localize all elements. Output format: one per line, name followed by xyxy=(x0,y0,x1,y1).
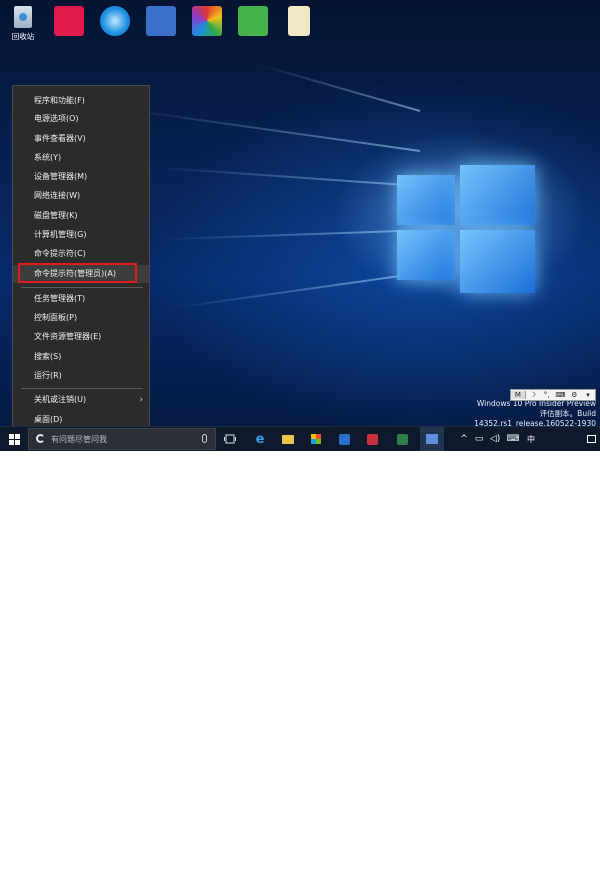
light-ray xyxy=(150,166,421,187)
windows-logo-pane xyxy=(460,230,535,293)
menu-item-label: 关机或注销(U) xyxy=(34,395,87,404)
browser-icon[interactable] xyxy=(100,6,130,36)
app-icon xyxy=(396,433,408,445)
file-explorer-button[interactable] xyxy=(278,427,298,451)
keyboard-icon[interactable]: ⌨ xyxy=(553,391,567,399)
ime-toolbar[interactable]: M ☽ °, ⌨ ⚙ ▾ xyxy=(510,389,596,401)
color-app-icon[interactable] xyxy=(192,6,222,36)
light-ray xyxy=(172,275,401,310)
windows-logo-pane xyxy=(397,175,455,225)
menu-item-system[interactable]: 系统(Y) xyxy=(13,149,149,167)
store-button[interactable] xyxy=(306,427,326,451)
volume-icon[interactable]: ◁) xyxy=(488,427,502,451)
taskbar-app-button[interactable] xyxy=(392,427,412,451)
taskbar: 有问题尽管问我 e ^ ▭ ◁) ⌨ 中 12:10 2016/5/30 xyxy=(0,426,600,875)
cortana-icon xyxy=(36,434,45,443)
clock[interactable]: 12:10 2016/5/30 xyxy=(543,854,583,876)
menu-separator xyxy=(21,287,143,288)
winx-context-menu: 程序和功能(F) 电源选项(O) 事件查看器(V) 系统(Y) 设备管理器(M)… xyxy=(12,85,150,433)
search-placeholder: 有问题尽管问我 xyxy=(51,435,107,444)
menu-item-event-viewer[interactable]: 事件查看器(V) xyxy=(13,130,149,148)
menu-item-file-explorer[interactable]: 文件资源管理器(E) xyxy=(13,328,149,346)
keyboard-icon[interactable]: ⌨ xyxy=(506,427,520,451)
punctuation-icon[interactable]: °, xyxy=(540,391,554,399)
menu-separator xyxy=(21,388,143,389)
store-icon xyxy=(311,434,321,444)
light-ray xyxy=(122,108,421,152)
network-icon[interactable]: ▭ xyxy=(472,427,486,451)
screenshot-tool-icon xyxy=(426,434,438,444)
start-button[interactable] xyxy=(0,427,28,451)
microphone-icon[interactable] xyxy=(202,434,207,443)
input-method-icon[interactable]: 中 xyxy=(524,427,538,451)
menu-item-run[interactable]: 运行(R) xyxy=(13,367,149,385)
menu-item-command-prompt[interactable]: 命令提示符(C) xyxy=(13,245,149,263)
task-view-button[interactable] xyxy=(220,427,240,451)
menu-item-control-panel[interactable]: 控制面板(P) xyxy=(13,309,149,327)
red-app-icon[interactable] xyxy=(54,6,84,36)
light-ray xyxy=(256,63,421,112)
clock-time: 12:10 xyxy=(552,855,574,864)
edge-icon: e xyxy=(255,431,265,447)
recycle-bin-icon xyxy=(14,6,32,28)
chevron-right-icon: › xyxy=(139,395,143,405)
notification-icon xyxy=(586,435,596,443)
folder-icon xyxy=(282,434,294,444)
edge-browser-button[interactable]: e xyxy=(250,427,270,451)
tray-chevron-up-icon[interactable]: ^ xyxy=(458,427,470,451)
gear-icon[interactable]: ⚙ xyxy=(567,391,581,399)
recycle-bin[interactable]: 回收站 xyxy=(7,6,39,42)
notification-center-button[interactable] xyxy=(584,427,598,451)
menu-item-computer-management[interactable]: 计算机管理(G) xyxy=(13,226,149,244)
chevron-down-icon[interactable]: ▾ xyxy=(581,391,595,399)
document-icon[interactable] xyxy=(288,6,310,36)
menu-item-programs-features[interactable]: 程序和功能(F) xyxy=(13,92,149,110)
taskbar-app-button[interactable] xyxy=(334,427,354,451)
windows-logo-pane xyxy=(397,230,455,280)
app-icon xyxy=(366,433,378,445)
menu-item-shutdown-signout[interactable]: 关机或注销(U) › xyxy=(13,391,149,409)
menu-item-network-connections[interactable]: 网络连接(W) xyxy=(13,187,149,205)
app-icon xyxy=(338,433,350,445)
menu-item-task-manager[interactable]: 任务管理器(T) xyxy=(13,290,149,308)
green-app-icon[interactable] xyxy=(238,6,268,36)
windows-logo-pane xyxy=(460,165,535,225)
taskbar-app-button-active[interactable] xyxy=(420,427,444,451)
build-watermark: Windows 10 Pro Insider Preview 评估副本。Buil… xyxy=(470,399,600,429)
windows-start-icon xyxy=(8,433,20,445)
task-view-icon xyxy=(224,434,236,444)
menu-item-power-options[interactable]: 电源选项(O) xyxy=(13,110,149,128)
menu-item-device-manager[interactable]: 设备管理器(M) xyxy=(13,168,149,186)
cortana-search-box[interactable]: 有问题尽管问我 xyxy=(28,428,216,450)
recycle-bin-label: 回收站 xyxy=(11,32,35,41)
ime-mode-label[interactable]: M xyxy=(511,391,526,399)
moon-icon[interactable]: ☽ xyxy=(526,391,540,399)
light-ray xyxy=(160,230,401,241)
clock-date: 2016/5/30 xyxy=(543,866,583,875)
menu-item-disk-management[interactable]: 磁盘管理(K) xyxy=(13,207,149,225)
taskbar-app-button[interactable] xyxy=(362,427,382,451)
red-highlight-box xyxy=(18,263,137,283)
menu-item-search[interactable]: 搜索(S) xyxy=(13,348,149,366)
screenshot-tool-icon[interactable] xyxy=(146,6,176,36)
